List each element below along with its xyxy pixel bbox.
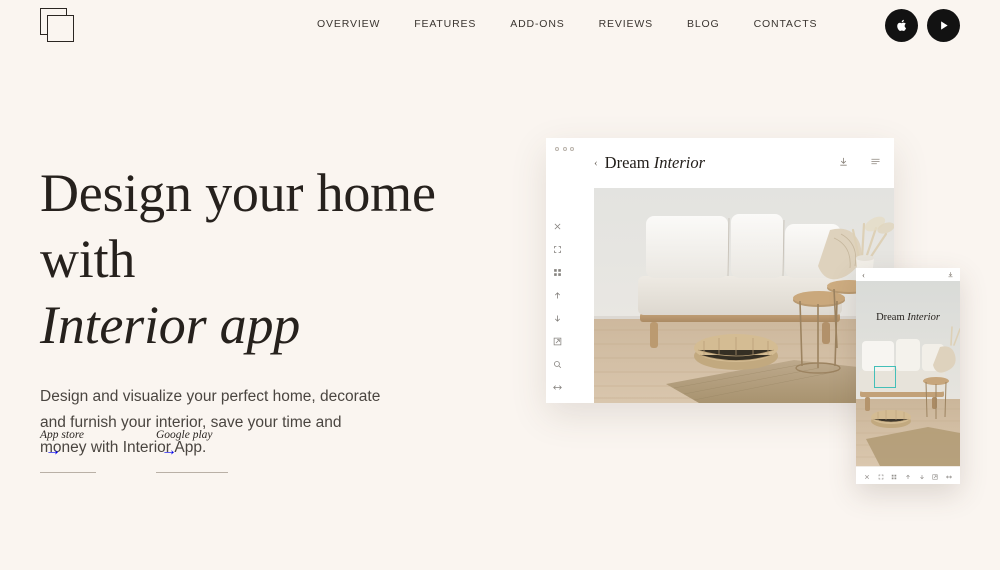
grid-icon[interactable] [552,267,563,278]
phone-interior-illustration [856,281,960,466]
app-store-link-label: App store [40,429,84,441]
google-play-link-label: Google play [156,429,213,441]
app-store-button[interactable] [885,9,918,42]
nav-item-contacts[interactable]: CONTACTS [737,18,835,30]
arrows-horizontal-icon[interactable] [552,382,563,393]
arrow-down-icon[interactable] [919,467,925,485]
app-store-link[interactable]: App store→ [40,425,96,473]
interior-photo-illustration [594,188,894,403]
download-icon[interactable] [838,156,849,167]
close-icon[interactable] [552,221,563,232]
arrow-right-icon: → [161,442,177,459]
window-dot [555,147,559,151]
nav-item-reviews[interactable]: REVIEWS [582,18,670,30]
download-icon[interactable] [947,271,954,278]
hero-text-block: Design your home with Interior app Desig… [40,160,510,461]
nav-item-addons[interactable]: ADD-ONS [493,18,581,30]
phone-caption-italic: Interior [907,312,940,323]
phone-bottom-toolbar [856,466,960,484]
back-chevron-icon[interactable]: ‹ [862,270,865,280]
google-play-link[interactable]: Google play→ [156,425,228,473]
logo-square-front [47,15,74,42]
page-title: Design your home with Interior app [40,160,510,358]
window-left-toolbar [546,188,568,403]
close-icon[interactable] [864,467,870,485]
phone-screen [856,281,960,466]
app-window-mockup: ‹ Dream Interior [546,138,894,403]
search-zoom-icon[interactable] [552,359,563,370]
play-triangle-icon [941,21,948,30]
google-play-button[interactable] [927,9,960,42]
phone-caption-regular: Dream [876,312,908,323]
phone-mockup: ‹ Dream Interior [856,268,960,484]
window-title: Dream Interior [605,153,705,173]
cta-links: App store→ Google play→ [40,425,228,473]
grid-icon[interactable] [891,467,897,485]
headline-line-1: Design your home with [40,163,436,289]
nav-item-features[interactable]: FEATURES [397,18,493,30]
arrow-up-icon[interactable] [905,467,911,485]
menu-lines-icon[interactable] [870,157,881,166]
nav-item-blog[interactable]: BLOG [670,18,737,30]
apple-icon [897,19,907,31]
phone-top-bar: ‹ [856,268,960,281]
phone-caption: Dream Interior [856,312,960,323]
window-header-icons [838,156,881,167]
export-box-icon[interactable] [552,336,563,347]
arrows-horizontal-icon[interactable] [946,467,953,485]
arrow-right-icon: → [45,442,61,459]
store-buttons [885,9,960,42]
window-dot [562,147,567,151]
headline-line-2: Interior app [40,295,301,355]
overlapping-squares-logo[interactable] [40,8,80,48]
window-title-italic: Interior [653,153,706,172]
expand-corners-icon[interactable] [552,244,563,255]
window-title-regular: Dream [604,153,654,172]
window-controls[interactable] [555,147,574,151]
selection-box[interactable] [874,366,896,388]
window-dot [570,147,574,151]
export-box-icon[interactable] [932,467,938,485]
interior-photo [594,188,894,403]
site-header: OVERVIEW FEATURES ADD-ONS REVIEWS BLOG C… [0,0,1000,60]
arrow-up-icon[interactable] [552,290,563,301]
arrow-down-icon[interactable] [552,313,563,324]
nav-item-overview[interactable]: OVERVIEW [300,18,397,30]
main-navigation: OVERVIEW FEATURES ADD-ONS REVIEWS BLOG C… [300,18,834,30]
back-chevron-icon[interactable]: ‹ [594,157,598,169]
expand-corners-icon[interactable] [878,467,884,485]
